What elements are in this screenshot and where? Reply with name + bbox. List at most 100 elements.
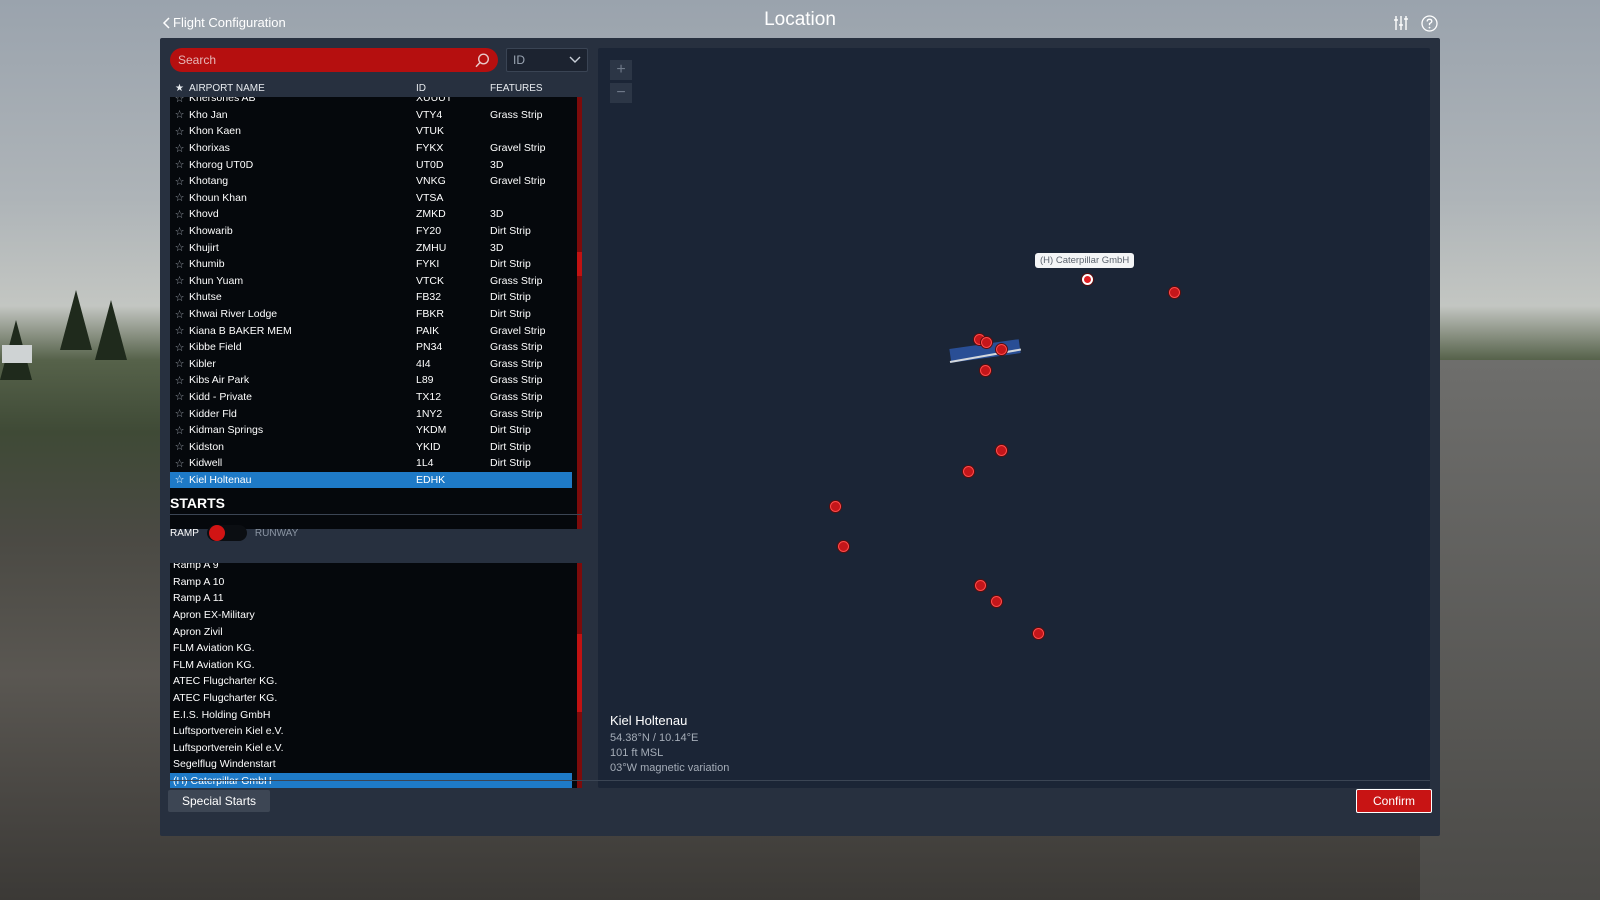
favorite-star-icon[interactable]: ☆ — [170, 142, 189, 155]
search-box[interactable] — [170, 48, 498, 72]
start-row[interactable]: Ramp A 11 — [170, 590, 572, 607]
map-view[interactable]: + − (H) Caterpillar GmbH Kiel Holtenau 5… — [598, 48, 1430, 788]
start-pin[interactable] — [980, 336, 992, 348]
search-input[interactable] — [178, 53, 475, 67]
airport-row[interactable]: ☆ Kho Jan VTY4 Grass Strip — [170, 107, 572, 124]
favorite-star-icon[interactable]: ☆ — [170, 424, 189, 437]
start-pin[interactable] — [837, 540, 849, 552]
start-pin[interactable] — [974, 579, 986, 591]
airport-list-scroll-thumb[interactable] — [577, 252, 582, 276]
airport-row[interactable]: ☆ Khumib FYKI Dirt Strip — [170, 256, 572, 273]
airport-row[interactable]: ☆ Khujirt ZMHU 3D — [170, 239, 572, 256]
star-icon[interactable]: ★ — [170, 83, 189, 94]
favorite-star-icon[interactable]: ☆ — [170, 324, 189, 337]
airport-row[interactable]: ☆ Khutse FB32 Dirt Strip — [170, 289, 572, 306]
favorite-star-icon[interactable]: ☆ — [170, 457, 189, 470]
start-row[interactable]: E.I.S. Holding GmbH — [170, 706, 572, 723]
ramp-runway-toggle[interactable] — [206, 525, 247, 541]
airport-row[interactable]: ☆ Kidd - Private TX12 Grass Strip — [170, 389, 572, 406]
airport-row[interactable]: ☆ Khorog UT0D UT0D 3D — [170, 156, 572, 173]
favorite-star-icon[interactable]: ☆ — [170, 258, 189, 271]
airport-row[interactable]: ☆ Khotang VNKG Gravel Strip — [170, 173, 572, 190]
airport-row[interactable]: ☆ Kidder Fld 1NY2 Grass Strip — [170, 405, 572, 422]
favorite-star-icon[interactable]: ☆ — [170, 125, 189, 138]
start-row[interactable]: Ramp A 9 — [170, 563, 572, 574]
favorite-star-icon[interactable]: ☆ — [170, 291, 189, 304]
airport-row[interactable]: ☆ Khwai River Lodge FBKR Dirt Strip — [170, 306, 572, 323]
favorite-star-icon[interactable]: ☆ — [170, 274, 189, 287]
column-header-id[interactable]: ID — [416, 83, 490, 94]
start-pin[interactable] — [1032, 627, 1044, 639]
start-row[interactable]: FLM Aviation KG. — [170, 640, 572, 657]
favorite-star-icon[interactable]: ☆ — [170, 308, 189, 321]
selected-start-pin[interactable] — [1081, 273, 1093, 285]
start-row[interactable]: ATEC Flugcharter KG. — [170, 673, 572, 690]
start-row[interactable]: Luftsportverein Kiel e.V. — [170, 723, 572, 740]
confirm-button[interactable]: Confirm — [1356, 789, 1432, 813]
airport-list-scrollbar[interactable] — [577, 97, 582, 529]
start-pin[interactable] — [990, 595, 1002, 607]
favorite-star-icon[interactable]: ☆ — [170, 191, 189, 204]
start-pin[interactable] — [979, 364, 991, 376]
airport-row[interactable]: ☆ Kibler 4I4 Grass Strip — [170, 356, 572, 373]
airport-features: Grass Strip — [490, 374, 543, 387]
start-row[interactable]: Segelflug Windenstart — [170, 756, 572, 773]
favorite-star-icon[interactable]: ☆ — [170, 407, 189, 420]
airport-row[interactable]: ☆ Khun Yuam VTCK Grass Strip — [170, 273, 572, 290]
start-row[interactable]: Apron Zivil — [170, 623, 572, 640]
airport-row[interactable]: ☆ Khoun Khan VTSA — [170, 190, 572, 207]
start-row[interactable]: ATEC Flugcharter KG. — [170, 690, 572, 707]
airport-row[interactable]: ☆ Khovd ZMKD 3D — [170, 206, 572, 223]
toggle-label-runway[interactable]: RUNWAY — [255, 528, 298, 539]
favorite-star-icon[interactable]: ☆ — [170, 374, 189, 387]
favorite-star-icon[interactable]: ☆ — [170, 357, 189, 370]
airport-row[interactable]: ☆ Kibs Air Park L89 Grass Strip — [170, 372, 572, 389]
airport-name: Khowarib — [189, 225, 233, 238]
favorite-star-icon[interactable]: ☆ — [170, 390, 189, 403]
favorite-star-icon[interactable]: ☆ — [170, 241, 189, 254]
airport-list[interactable]: ☆ Khersones AB XUUUT ☆ Kho Jan VTY4 Grass Stri… — [170, 97, 582, 529]
favorite-star-icon[interactable]: ☆ — [170, 108, 189, 121]
start-pin[interactable] — [1168, 286, 1180, 298]
starts-list-scroll-thumb[interactable] — [577, 634, 582, 712]
airport-row[interactable]: ☆ Khowarib FY20 Dirt Strip — [170, 223, 572, 240]
toggle-label-ramp[interactable]: RAMP — [170, 528, 199, 539]
zoom-in-button[interactable]: + — [610, 60, 632, 80]
starts-list-scrollbar[interactable] — [577, 563, 582, 788]
start-row[interactable]: Luftsportverein Kiel e.V. — [170, 740, 572, 757]
favorite-star-icon[interactable]: ☆ — [170, 473, 189, 486]
starts-list[interactable]: Ramp A 9 Ramp A 10 Ramp A 11 Apron EX-Milit… — [170, 563, 582, 788]
favorite-star-icon[interactable]: ☆ — [170, 208, 189, 221]
start-pin[interactable] — [962, 465, 974, 477]
start-pin[interactable] — [995, 343, 1007, 355]
airport-row[interactable]: ☆ Kidwell 1L4 Dirt Strip — [170, 455, 572, 472]
favorite-star-icon[interactable]: ☆ — [170, 225, 189, 238]
zoom-out-button[interactable]: − — [610, 83, 632, 103]
favorite-star-icon[interactable]: ☆ — [170, 440, 189, 453]
airport-row[interactable]: ☆ Kidman Springs YKDM Dirt Strip — [170, 422, 572, 439]
start-pin[interactable] — [829, 500, 841, 512]
start-pin[interactable] — [995, 444, 1007, 456]
airport-row[interactable]: ☆ Kiel Holtenau EDHK — [170, 471, 572, 489]
airport-row[interactable]: ☆ Khorixas FYKX Gravel Strip — [170, 140, 572, 157]
special-starts-button[interactable]: Special Starts — [168, 790, 271, 812]
start-row[interactable]: Apron EX-Military — [170, 607, 572, 624]
start-row[interactable]: Ramp A 10 — [170, 574, 572, 591]
favorite-star-icon[interactable]: ☆ — [170, 158, 189, 171]
search-icon[interactable] — [475, 52, 490, 68]
airport-row[interactable]: ☆ Khon Kaen VTUK — [170, 123, 572, 140]
airport-row[interactable]: ☆ Kibbe Field PN34 Grass Strip — [170, 339, 572, 356]
sliders-icon[interactable] — [1392, 14, 1410, 32]
airport-row[interactable]: ☆ Kidston YKID Dirt Strip — [170, 438, 572, 455]
favorite-star-icon[interactable]: ☆ — [170, 97, 189, 105]
airport-row[interactable]: ☆ Khersones AB XUUUT — [170, 97, 572, 107]
favorite-star-icon[interactable]: ☆ — [170, 341, 189, 354]
favorite-star-icon[interactable]: ☆ — [170, 175, 189, 188]
column-header-features[interactable]: FEATURES — [490, 83, 582, 94]
start-row[interactable]: FLM Aviation KG. — [170, 657, 572, 674]
airport-name: Khwai River Lodge — [189, 308, 278, 321]
airport-row[interactable]: ☆ Kiana B BAKER MEM PAIK Gravel Strip — [170, 322, 572, 339]
search-filter-select[interactable]: ID — [506, 48, 588, 72]
column-header-name[interactable]: AIRPORT NAME — [189, 83, 416, 94]
help-icon[interactable] — [1420, 14, 1438, 32]
